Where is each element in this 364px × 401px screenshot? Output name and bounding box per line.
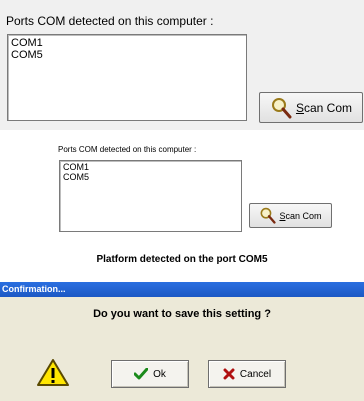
dialog-message: Do you want to save this setting ? xyxy=(93,308,271,320)
ports-label: Ports COM detected on this computer : xyxy=(58,145,197,154)
list-item[interactable]: COM1 xyxy=(63,162,241,173)
confirmation-dialog: Confirmation... Do you want to save this… xyxy=(0,282,364,401)
platform-detected-message: Platform detected on the port COM5 xyxy=(96,254,268,265)
ports-listbox[interactable]: COM1 COM5 xyxy=(59,160,242,232)
magnifier-icon xyxy=(261,207,277,224)
dialog-title: Confirmation... xyxy=(0,282,364,297)
list-item[interactable]: COM5 xyxy=(11,49,246,61)
ok-button[interactable]: Ok xyxy=(111,360,189,388)
scan-com-button[interactable]: Scan Com xyxy=(249,203,332,228)
ports-listbox[interactable]: COM1 COM5 xyxy=(7,34,247,121)
scan-com-label: Scan Com xyxy=(279,210,322,221)
warning-icon xyxy=(37,359,69,386)
ok-label: Ok xyxy=(153,368,166,380)
top-panel: Ports COM detected on this computer : CO… xyxy=(0,0,364,130)
cancel-button[interactable]: Cancel xyxy=(208,360,286,388)
list-item[interactable]: COM5 xyxy=(63,172,241,183)
scan-com-button[interactable]: Scan Com xyxy=(259,92,363,123)
ports-label: Ports COM detected on this computer : xyxy=(6,14,214,28)
magnifier-icon xyxy=(271,97,292,118)
scan-com-label: Scan Com xyxy=(295,100,353,115)
cancel-label: Cancel xyxy=(239,368,272,380)
list-item[interactable]: COM1 xyxy=(11,37,246,49)
x-icon xyxy=(223,368,235,380)
check-icon xyxy=(134,368,149,380)
